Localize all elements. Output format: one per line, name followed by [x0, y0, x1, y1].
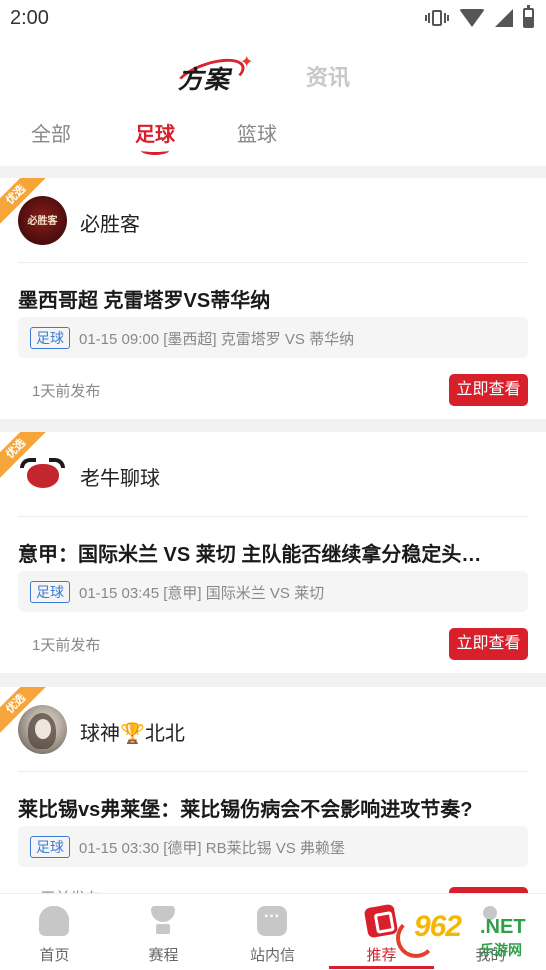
- watermark-number: 962: [414, 910, 462, 943]
- subtab-basketball[interactable]: 篮球: [237, 118, 277, 147]
- battery-icon: [523, 5, 534, 28]
- match-info: 01-15 03:30 [德甲] RB莱比锡 VS 弗赖堡: [79, 840, 345, 857]
- recommend-icon: [363, 903, 399, 939]
- divider: [18, 516, 528, 517]
- plan-card[interactable]: 优选 球神🏆北北 莱比锡vs弗莱堡：莱比锡伤病会不会影响进攻节奏? 足球 01-…: [0, 687, 546, 928]
- trophy-icon: [148, 906, 178, 936]
- match-info-box: 足球 01-15 03:45 [意甲] 国际米兰 VS 莱切: [18, 571, 528, 612]
- plan-card[interactable]: 优选 老牛聊球 意甲：国际米兰 VS 莱切 主队能否继续拿分稳定头… 足球 01…: [0, 432, 546, 673]
- site-watermark: 962 .NET 乐游网: [396, 910, 544, 966]
- status-bar: 2:00: [0, 0, 546, 36]
- message-icon: [257, 906, 287, 936]
- avatar[interactable]: [18, 705, 67, 754]
- tab-plans-label: 方案: [178, 66, 231, 94]
- plan-title[interactable]: 意甲：国际米兰 VS 莱切 主队能否继续拿分稳定头…: [18, 538, 528, 567]
- match-info-box: 足球 01-15 09:00 [墨西超] 克雷塔罗 VS 蒂华纳: [18, 317, 528, 358]
- match-info: 01-15 03:45 [意甲] 国际米兰 VS 莱切: [79, 585, 325, 602]
- sport-tag: 足球: [30, 581, 70, 603]
- tab-news[interactable]: 资讯: [306, 60, 350, 92]
- divider: [18, 262, 528, 263]
- signal-icon: [495, 9, 513, 27]
- author-name[interactable]: 老牛聊球: [80, 462, 160, 491]
- bull-horn-icon: [49, 458, 65, 468]
- plan-title[interactable]: 莱比锡vs弗莱堡：莱比锡伤病会不会影响进攻节奏?: [18, 793, 528, 822]
- nav-schedule[interactable]: 赛程: [109, 894, 218, 970]
- nav-label: 首页: [39, 947, 70, 964]
- home-icon: [39, 906, 69, 936]
- vibrate-icon: [425, 8, 449, 28]
- avatar-logo-text: 必胜客: [27, 216, 58, 227]
- header: 方案 ✦ 资讯 全部 足球 篮球: [0, 36, 546, 166]
- top-tabs: 方案 ✦ 资讯: [0, 46, 546, 103]
- match-info: 01-15 09:00 [墨西超] 克雷塔罗 VS 蒂华纳: [79, 331, 355, 348]
- nav-messages[interactable]: 站内信: [218, 894, 327, 970]
- subtab-football[interactable]: 足球: [135, 118, 175, 147]
- wifi-icon: [459, 9, 485, 27]
- avatar[interactable]: 必胜客: [18, 196, 67, 245]
- plan-card[interactable]: 优选 必胜客 必胜客 墨西哥超 克雷塔罗VS蒂华纳 足球 01-15 09:00…: [0, 178, 546, 419]
- sport-tag: 足球: [30, 836, 70, 858]
- author-name[interactable]: 必胜客: [80, 208, 140, 237]
- subtab-all[interactable]: 全部: [31, 118, 71, 147]
- publish-time: 1天前发布: [32, 383, 101, 400]
- avatar[interactable]: [18, 450, 67, 499]
- watermark-net: .NET: [480, 916, 526, 938]
- divider: [18, 771, 528, 772]
- author-name[interactable]: 球神🏆北北: [80, 717, 185, 746]
- sub-tabs: 全部 足球 篮球: [0, 114, 546, 158]
- nav-label: 站内信: [249, 947, 295, 964]
- match-info-box: 足球 01-15 03:30 [德甲] RB莱比锡 VS 弗赖堡: [18, 826, 528, 867]
- tab-plans[interactable]: 方案 ✦: [171, 51, 256, 103]
- view-now-button[interactable]: 立即查看: [449, 374, 528, 406]
- status-time: 2:00: [10, 6, 49, 29]
- view-now-button[interactable]: 立即查看: [449, 628, 528, 660]
- status-icons: [425, 5, 534, 28]
- publish-time: 1天前发布: [32, 637, 101, 654]
- sport-tag: 足球: [30, 327, 70, 349]
- watermark-sub: 乐游网: [480, 942, 522, 958]
- nav-active-indicator: [329, 966, 434, 969]
- star-icon: ✦: [240, 54, 254, 71]
- subtab-active-indicator: [141, 146, 169, 155]
- plan-title[interactable]: 墨西哥超 克雷塔罗VS蒂华纳: [18, 284, 528, 313]
- nav-label: 赛程: [148, 947, 179, 964]
- bull-horn-icon: [20, 458, 36, 468]
- nav-home[interactable]: 首页: [0, 894, 109, 970]
